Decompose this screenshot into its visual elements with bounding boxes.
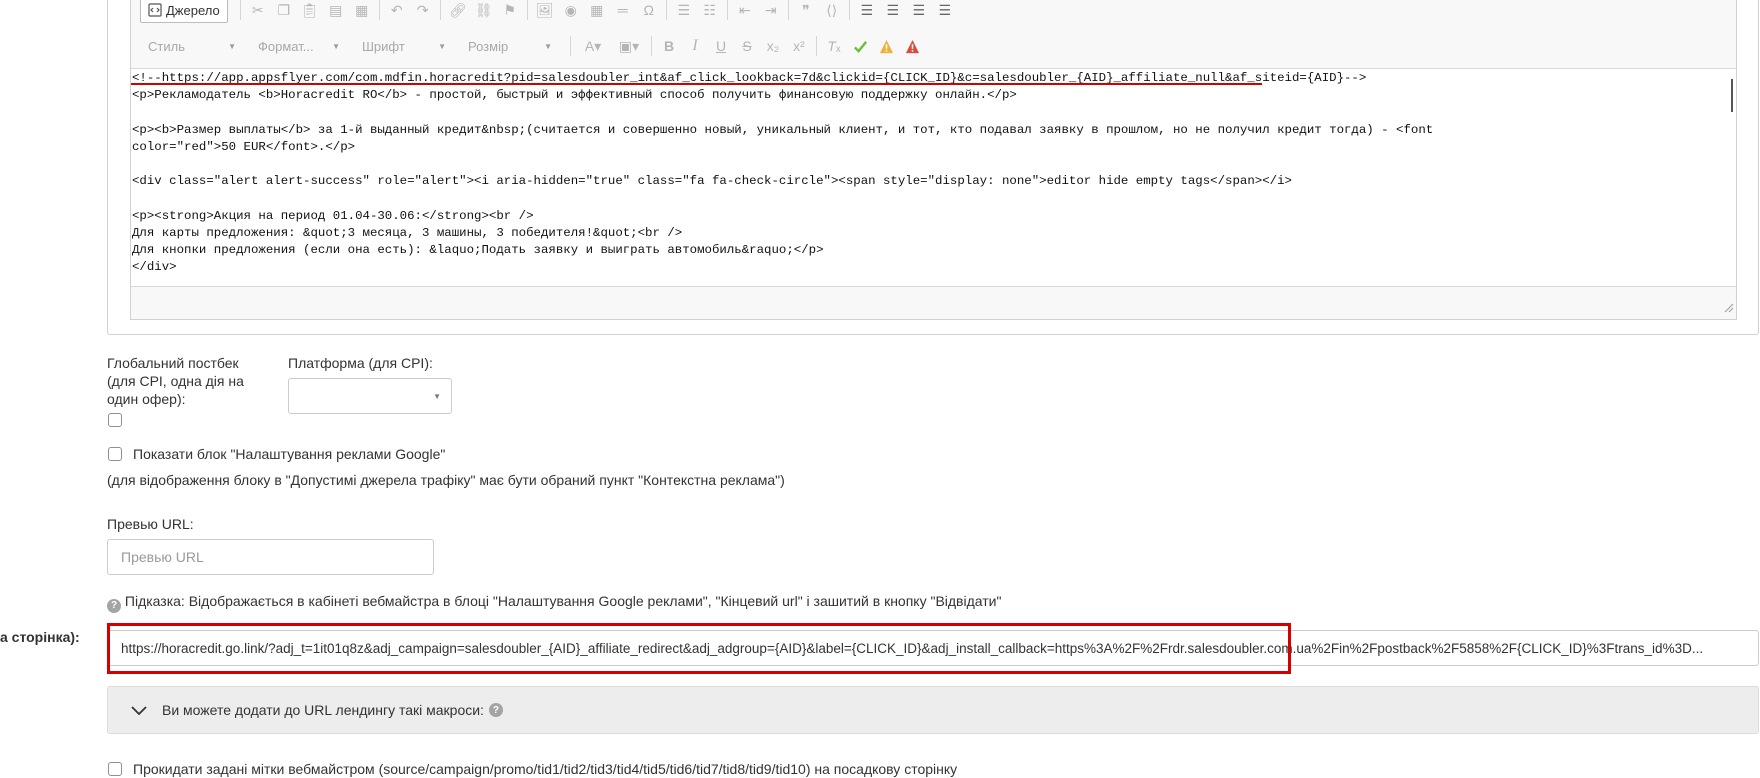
paste-icon[interactable]: 📋︎ [297, 0, 323, 22]
style-combo-label: Стиль [148, 38, 185, 54]
source-code-area[interactable]: <!--https://app.appsflyer.com/com.mdfin.… [131, 68, 1736, 287]
blockquote-icon[interactable]: ❞ [793, 0, 819, 22]
code-line: Для карты предложения: &quot;3 месяца, 3… [132, 226, 683, 240]
align-justify-icon[interactable]: ☰ [932, 0, 958, 22]
code-scrollbar[interactable] [1731, 79, 1733, 112]
bulleted-list-icon[interactable]: ☷ [697, 0, 723, 22]
toolbar-separator [239, 0, 241, 20]
italic-icon[interactable]: I [682, 34, 708, 58]
global-postback-label: Глобальний постбек (для CPI, одна дія на… [107, 355, 244, 407]
toolbar-separator [526, 0, 528, 20]
remove-format-icon[interactable]: Tₓ [821, 34, 847, 58]
toolbar-separator [439, 0, 441, 20]
hint-text: Підказка: Відображається в кабінеті вебм… [124, 593, 1002, 609]
paste-text-icon[interactable]: ▤ [323, 0, 349, 22]
style-combo[interactable]: Стиль ▼ [140, 34, 244, 58]
subscript-icon[interactable]: x₂ [760, 34, 786, 58]
error-icon[interactable] [899, 34, 925, 58]
code-line: color="red">50 EUR</font>.</p> [132, 140, 356, 154]
help-icon: ? [107, 599, 121, 613]
font-combo-label: Шрифт [362, 38, 405, 54]
bold-icon[interactable]: B [656, 34, 682, 58]
platform-label: Платформа (для CPI): [288, 355, 433, 371]
red-annotation-box [107, 623, 1291, 674]
preview-url-input[interactable] [107, 539, 434, 575]
align-center-icon[interactable]: ☰ [880, 0, 906, 22]
outdent-icon[interactable]: ⇤ [732, 0, 758, 22]
code-line: <div class="alert alert-success" role="a… [132, 174, 1292, 188]
macros-label: Ви можете додати до URL лендингу такі ма… [162, 702, 484, 718]
chevron-down-icon: ▼ [544, 41, 552, 51]
toolbar-separator [816, 36, 817, 56]
link-icon[interactable]: 🔗︎ [445, 0, 471, 22]
superscript-icon[interactable]: x² [786, 34, 812, 58]
toolbar-separator [848, 0, 850, 20]
pass-tags-label[interactable]: Прокидати задані мітки вебмайстром (sour… [133, 760, 957, 778]
align-right-icon[interactable]: ☰ [906, 0, 932, 22]
help-icon: ? [488, 703, 503, 717]
chevron-down-icon: ▼ [438, 41, 446, 51]
numbered-list-icon[interactable]: ☰ [671, 0, 697, 22]
format-combo[interactable]: Формат... ▼ [250, 34, 348, 58]
text-color-icon[interactable]: A▾ [575, 34, 611, 58]
source-button-label: Джерело [166, 2, 220, 18]
align-left-icon[interactable]: ☰ [854, 0, 880, 22]
size-combo[interactable]: Розмір ▼ [460, 34, 560, 58]
font-combo[interactable]: Шрифт ▼ [354, 34, 454, 58]
code-line: <p>Рекламодатель <b>Horacredit RO</b> - … [132, 88, 1017, 102]
strikethrough-icon[interactable]: S [734, 34, 760, 58]
code-line: </div> [132, 260, 177, 274]
source-icon [148, 3, 162, 17]
underline-icon[interactable]: U [708, 34, 734, 58]
google-block-label[interactable]: Показати блок "Налаштування реклами Goog… [133, 445, 445, 463]
hint-row: ? Підказка: Відображається в кабінеті ве… [107, 592, 1001, 613]
chevron-down-icon: ▼ [433, 392, 441, 401]
special-char-icon[interactable]: Ω [636, 0, 662, 22]
background-color-icon[interactable]: ▣▾ [611, 34, 647, 58]
global-postback-checkbox[interactable] [108, 413, 122, 427]
chevron-down-icon: ▼ [228, 41, 236, 51]
red-annotation-underline [131, 83, 1262, 85]
google-block-note: (для відображення блоку в "Допустимі дже… [107, 472, 785, 488]
pass-tags-checkbox[interactable] [108, 762, 122, 776]
cut-icon[interactable]: ✂ [245, 0, 271, 22]
indent-icon[interactable]: ⇥ [758, 0, 784, 22]
format-combo-label: Формат... [258, 38, 314, 54]
toolbar-separator [665, 0, 667, 20]
toolbar-separator [726, 0, 728, 20]
paste-word-icon[interactable]: ▦ [349, 0, 375, 22]
platform-select[interactable]: ▼ [288, 378, 452, 414]
flash-icon[interactable]: ◉ [558, 0, 584, 22]
landing-url-label: а сторінка): [0, 629, 80, 645]
code-line: <p><strong>Акция на период 01.04-30.06:<… [132, 209, 534, 223]
toolbar-separator [651, 36, 652, 56]
anchor-flag-icon[interactable]: ⚑ [497, 0, 523, 22]
resize-grip-icon[interactable] [1722, 301, 1734, 313]
toolbar-separator [378, 0, 380, 20]
copy-icon[interactable]: ❐ [271, 0, 297, 22]
toolbar-separator [787, 0, 789, 20]
code-line: <p><b>Размер выплаты</b> за 1-й выданный… [132, 123, 1434, 137]
warning-icon[interactable] [873, 34, 899, 58]
editor-toolbar-row-2: Стиль ▼ Формат... ▼ Шрифт ▼ Розмір ▼ A▾ … [140, 31, 925, 61]
horizontal-line-icon[interactable]: ═ [610, 0, 636, 22]
chevron-down-icon [131, 706, 147, 716]
unlink-icon[interactable]: ⛓ [471, 0, 497, 22]
image-icon[interactable]: 🖼︎ [532, 0, 558, 22]
undo-icon[interactable]: ↶ [384, 0, 410, 22]
div-container-icon[interactable]: ⟨⟩ [819, 0, 845, 22]
size-combo-label: Розмір [468, 38, 509, 54]
table-icon[interactable]: ▦ [584, 0, 610, 22]
check-spelling-icon[interactable] [847, 34, 873, 58]
chevron-down-icon: ▼ [332, 41, 340, 51]
source-button[interactable]: Джерело [140, 0, 228, 23]
code-line: Для кнопки предложения (если она есть): … [132, 243, 824, 257]
toolbar-separator [570, 36, 571, 56]
google-block-checkbox[interactable] [108, 447, 122, 461]
editor-toolbar-row-1: Джерело ✂ ❐ 📋︎ ▤ ▦ ↶ ↷ 🔗︎ ⛓ ⚑ 🖼︎ ◉ ▦ ═ Ω… [140, 0, 958, 25]
preview-url-label: Превью URL: [107, 516, 194, 532]
redo-icon[interactable]: ↷ [410, 0, 436, 22]
macros-panel-header[interactable]: Ви можете додати до URL лендингу такі ма… [107, 686, 1759, 734]
